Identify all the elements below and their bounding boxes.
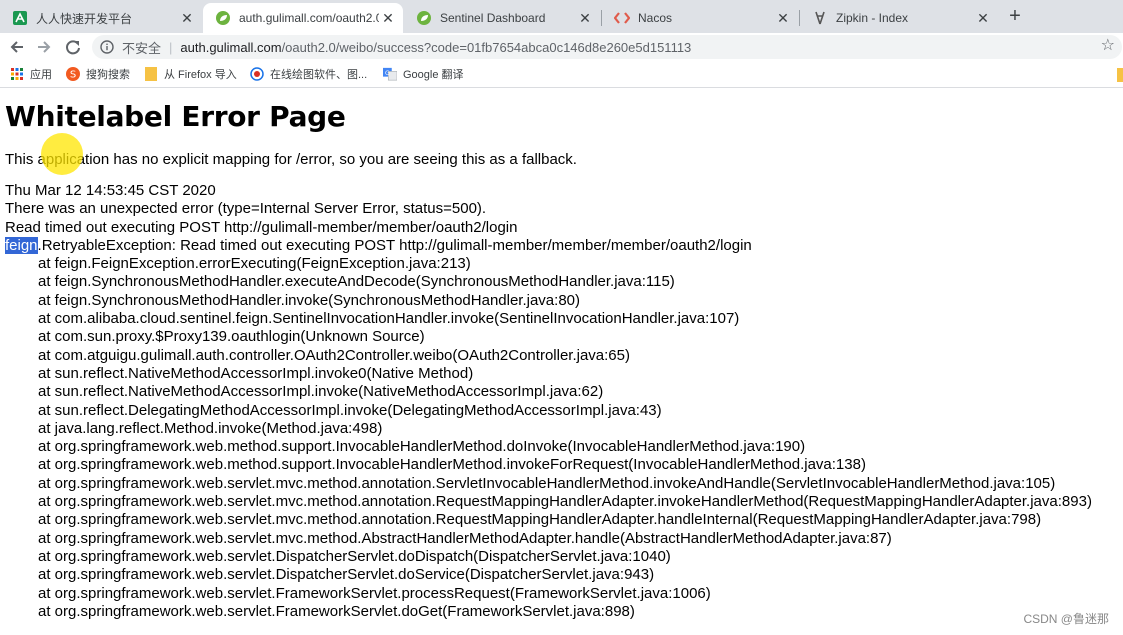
drawing-icon [250,67,264,81]
back-button[interactable] [6,36,28,58]
close-icon[interactable]: ✕ [576,9,594,27]
stack-trace-line: at feign.SynchronousMethodHandler.invoke… [38,291,580,309]
error-message: Read timed out executing POST http://gul… [5,218,518,236]
bookmark-apps[interactable]: 应用 [10,66,52,82]
exception-text: .RetryableException: Read timed out exec… [37,236,752,254]
stack-trace-line: at org.springframework.web.method.suppor… [38,456,866,474]
bookmark-label: Google 翻译 [403,69,464,81]
renren-icon [12,10,28,26]
tab-renren[interactable]: 人人快速开发平台 ✕ [0,3,202,33]
sogou-icon: S [66,67,80,81]
bookmark-sogou[interactable]: S 搜狗搜索 [66,66,130,82]
fallback-message: This application has no explicit mapping… [5,151,577,168]
tab-sentinel[interactable]: Sentinel Dashboard ✕ [404,3,600,33]
address-bar[interactable]: 不安全 | auth.gulimall.com/oauth2.0/weibo/s… [92,35,1122,59]
bookmark-label: 在线绘图软件、图... [270,69,368,81]
reload-button[interactable] [62,36,84,58]
nacos-icon [614,10,630,26]
close-icon[interactable]: ✕ [774,9,792,27]
bookmark-label: 从 Firefox 导入 [164,69,237,81]
stack-trace-line: at org.springframework.web.servlet.Frame… [38,584,711,602]
tab-title: 人人快速开发平台 [36,11,133,26]
close-icon[interactable]: ✕ [379,9,397,27]
new-tab-button[interactable]: + [1003,5,1027,29]
forward-arrow-icon [38,41,51,53]
tab-strip: 人人快速开发平台 ✕ auth.gulimall.com/oauth2.0/ ✕… [0,0,1123,33]
google-translate-icon: G [383,67,397,81]
bookmarks-bar: 应用 S 搜狗搜索 从 Firefox 导入 在线绘图软件、图... G Goo… [0,61,1123,88]
error-summary: There was an unexpected error (type=Inte… [5,200,487,218]
url-text[interactable]: auth.gulimall.com/oauth2.0/weibo/success… [180,40,691,55]
url-path: /oauth2.0/weibo/success?code=01fb7654abc… [281,39,692,55]
tab-title: auth.gulimall.com/oauth2.0/ [239,11,379,25]
stack-trace-line: at feign.FeignException.errorExecuting(F… [38,255,471,273]
tab-auth-gulimall[interactable]: auth.gulimall.com/oauth2.0/ ✕ [203,3,403,33]
page-title: Whitelabel Error Page [5,100,346,133]
svg-text:G: G [385,70,390,77]
overflow-folder-icon[interactable] [1117,68,1123,82]
back-arrow-icon [10,41,23,53]
tab-nacos[interactable]: Nacos ✕ [602,3,798,33]
stack-trace-line: at org.springframework.web.servlet.mvc.m… [38,529,892,547]
stack-trace-line: at org.springframework.web.method.suppor… [38,438,806,456]
text-selection[interactable]: feign [5,236,38,254]
url-host: auth.gulimall.com [180,39,282,55]
zipkin-icon [812,10,828,26]
forward-button[interactable] [33,36,55,58]
stack-trace-line: at com.alibaba.cloud.sentinel.feign.Sent… [38,310,740,328]
bookmark-label: 应用 [30,69,52,81]
spring-leaf-icon [215,10,231,26]
stack-trace-line: at com.sun.proxy.$Proxy139.oauthlogin(Un… [38,328,425,346]
reload-icon [66,40,80,55]
folder-icon [144,67,158,81]
stack-trace: at feign.FeignException.errorExecuting(F… [5,255,1123,621]
close-icon[interactable]: ✕ [178,9,196,27]
stack-trace-line: at com.atguigu.gulimall.auth.controller.… [38,346,630,364]
tab-zipkin[interactable]: Zipkin - Index ✕ [800,3,998,33]
error-timestamp: Thu Mar 12 14:53:45 CST 2020 [5,182,216,199]
not-secure-label[interactable]: 不安全 [122,38,161,57]
info-icon[interactable] [100,40,114,54]
apps-grid-icon [10,67,24,81]
bookmark-firefox-import[interactable]: 从 Firefox 导入 [144,66,237,82]
stack-trace-line: at org.springframework.web.servlet.Dispa… [38,547,671,565]
tab-title: Nacos [638,11,673,25]
page-content: Whitelabel Error Page This application h… [0,88,1123,635]
spring-leaf-icon [416,10,432,26]
stack-trace-line: at org.springframework.web.servlet.Frame… [38,602,635,620]
tab-title: Zipkin - Index [836,11,909,25]
stack-trace-line: at org.springframework.web.servlet.mvc.m… [38,493,1092,511]
bookmark-google-translate[interactable]: G Google 翻译 [383,66,464,82]
tab-title: Sentinel Dashboard [440,11,546,25]
separator: | [169,39,173,55]
bookmark-label: 搜狗搜索 [86,69,130,81]
stack-trace-line: at sun.reflect.DelegatingMethodAccessorI… [38,401,662,419]
svg-text:S: S [70,70,76,81]
close-icon[interactable]: ✕ [974,9,992,27]
stack-trace-line: at java.lang.reflect.Method.invoke(Metho… [38,419,383,437]
stack-trace-line: at sun.reflect.NativeMethodAccessorImpl.… [38,364,474,382]
stack-trace-line: at feign.SynchronousMethodHandler.execut… [38,273,675,291]
watermark: CSDN @鲁迷那 [1023,612,1109,626]
stack-trace-line: at org.springframework.web.servlet.mvc.m… [38,511,1042,529]
exception-line: feign.RetryableException: Read timed out… [5,236,1123,255]
stack-trace-line: at org.springframework.web.servlet.mvc.m… [38,474,1056,492]
stack-trace-line: at org.springframework.web.servlet.Dispa… [38,566,655,584]
bookmark-drawing[interactable]: 在线绘图软件、图... [250,66,367,82]
bookmark-star-icon[interactable]: ☆ [1101,35,1115,55]
stack-trace-line: at sun.reflect.NativeMethodAccessorImpl.… [38,383,604,401]
toolbar: 不安全 | auth.gulimall.com/oauth2.0/weibo/s… [0,33,1123,61]
